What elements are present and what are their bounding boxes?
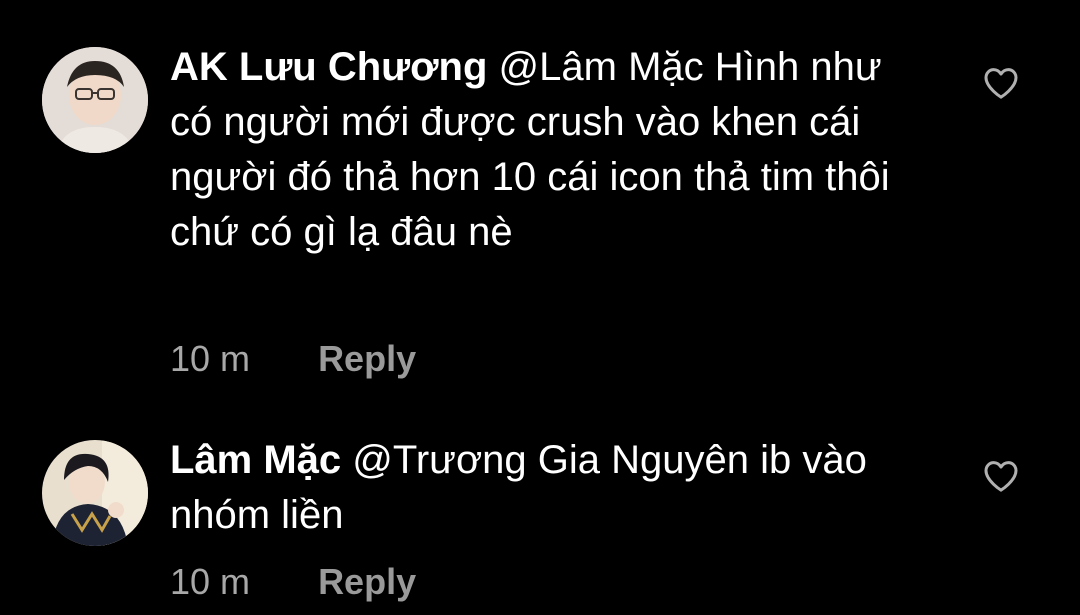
- avatar-image: [42, 47, 148, 153]
- heart-outline-icon[interactable]: [981, 63, 1021, 103]
- reply-button[interactable]: Reply: [318, 337, 416, 381]
- avatar[interactable]: [42, 47, 148, 153]
- comment-username[interactable]: AK Lưu Chương: [170, 45, 487, 89]
- comment-meta: 10 m Reply: [170, 337, 416, 381]
- comment-username[interactable]: Lâm Mặc: [170, 438, 341, 482]
- comment-time: 10 m: [170, 561, 251, 602]
- avatar[interactable]: [42, 440, 148, 546]
- avatar-image: [42, 440, 148, 546]
- comment-meta: 10 m Reply: [170, 560, 416, 604]
- comment-body: Lâm Mặc @Trương Gia Nguyên ib vào nhóm l…: [170, 433, 930, 543]
- reply-button[interactable]: Reply: [318, 560, 416, 604]
- comment-time: 10 m: [170, 338, 251, 379]
- heart-outline-icon[interactable]: [981, 456, 1021, 496]
- comment-body: AK Lưu Chương @Lâm Mặc Hình như có người…: [170, 40, 930, 260]
